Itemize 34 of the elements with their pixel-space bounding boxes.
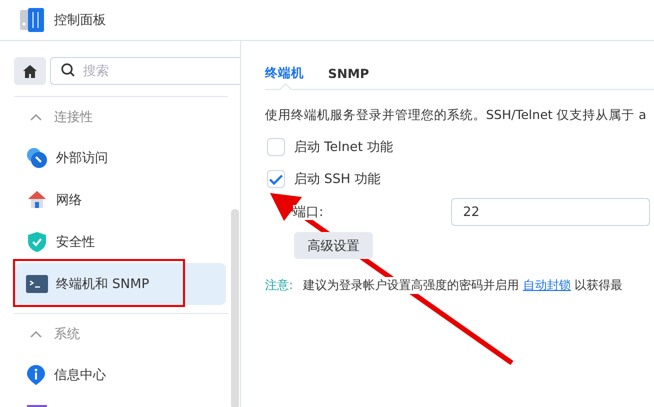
chevron-icon[interactable]: [30, 113, 42, 121]
scrollbar[interactable]: [231, 209, 239, 407]
info-icon: [26, 364, 46, 386]
home-button[interactable]: [14, 57, 46, 85]
port-field[interactable]: 22: [451, 198, 650, 226]
chevron-icon[interactable]: [30, 330, 42, 338]
tab[interactable]: SNMP: [328, 57, 370, 89]
option-label: 启动 SSH 功能: [294, 171, 381, 188]
sidebar-item[interactable]: 安全性: [14, 221, 226, 263]
checkbox[interactable]: [267, 138, 285, 156]
option-label: 启动 Telnet 功能: [294, 139, 393, 156]
checkbox[interactable]: [267, 170, 285, 188]
terminal-icon: [26, 275, 48, 293]
note-label: 注意:: [265, 277, 294, 294]
advanced-settings-button[interactable]: 高级设置: [294, 232, 373, 259]
description-text: 使用终端机服务登录并管理您的系统。SSH/Telnet 仅支持从属于 a: [265, 107, 648, 124]
sidebar-item[interactable]: 信息中心: [14, 354, 226, 396]
sidebar-item[interactable]: 终端机和 SNMP: [14, 263, 226, 305]
app-icon: [20, 8, 44, 32]
window-title: 控制面板: [54, 12, 106, 29]
note-text: 建议为登录帐户设置高强度的密码并启用 自动封锁 以获得最: [303, 277, 623, 294]
port-label: 端口:: [293, 205, 324, 220]
house-icon: [26, 189, 48, 211]
shield-icon: [26, 231, 48, 253]
tab[interactable]: 终端机: [265, 57, 304, 89]
sidebar-item[interactable]: 外部访问: [14, 137, 226, 179]
group-label: 连接性: [54, 109, 93, 126]
sidebar-item[interactable]: 网络: [14, 179, 226, 221]
globe-icon: [26, 147, 48, 169]
auto-block-link[interactable]: 自动封锁: [522, 278, 571, 292]
group-label: 系统: [54, 326, 80, 343]
home-icon: [23, 64, 37, 78]
search-field[interactable]: 搜索: [50, 57, 240, 85]
search-icon: [61, 63, 75, 77]
